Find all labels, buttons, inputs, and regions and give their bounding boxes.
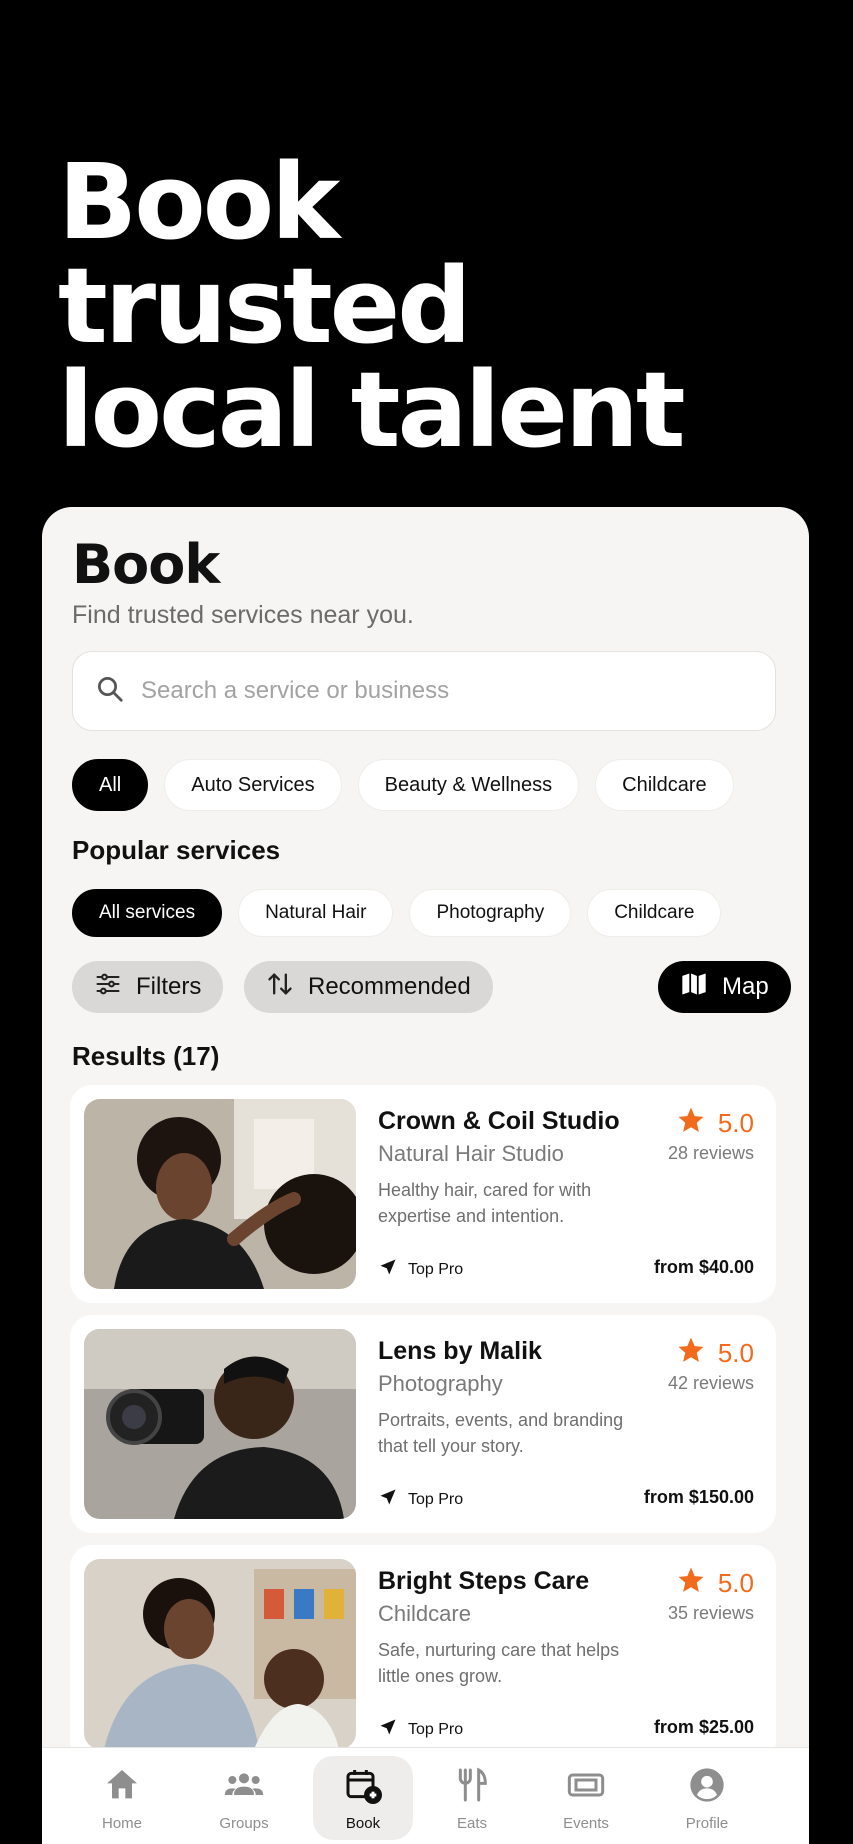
tab-label: Groups xyxy=(219,1814,269,1832)
popular-services-label: Popular services xyxy=(72,835,281,865)
tab-eats[interactable]: Eats xyxy=(422,1756,522,1840)
location-arrow-icon xyxy=(378,1487,398,1512)
star-icon xyxy=(676,1105,706,1142)
category-chips: All Auto Services Beauty & Wellness Chil… xyxy=(72,759,734,811)
filters-label: Filters xyxy=(136,973,202,1000)
badge-label: Top Pro xyxy=(408,1260,464,1278)
business-name: Bright Steps Care xyxy=(378,1567,590,1595)
rating-value: 5.0 xyxy=(717,1108,754,1138)
tab-label: Book xyxy=(345,1814,381,1832)
chip-photography[interactable]: Photography xyxy=(409,889,572,937)
price: from $150.00 xyxy=(643,1487,754,1507)
top-pro-badge: Top Pro xyxy=(378,1487,463,1512)
business-category: Natural Hair Studio xyxy=(378,1141,564,1166)
business-description: Portraits, events, and branding that tel… xyxy=(378,1410,624,1456)
page-title: Book xyxy=(72,533,220,596)
page-subtitle: Find trusted services near you. xyxy=(72,601,414,629)
results-toolbar: Filters Recommended Map xyxy=(72,961,791,1013)
rating-value: 5.0 xyxy=(717,1338,754,1368)
price: from $40.00 xyxy=(653,1257,754,1277)
star-icon xyxy=(676,1565,706,1602)
hero-line: local talent xyxy=(58,349,686,471)
rating: 5.0 xyxy=(676,1335,754,1372)
location-arrow-icon xyxy=(378,1257,398,1282)
fork-knife-icon xyxy=(452,1765,492,1809)
tab-label: Events xyxy=(563,1814,609,1832)
location-arrow-icon xyxy=(378,1717,398,1742)
review-count: 28 reviews xyxy=(667,1143,754,1163)
business-category: Photography xyxy=(378,1371,503,1396)
result-card[interactable]: Lens by Malik Photography Portraits, eve… xyxy=(70,1315,776,1533)
rating: 5.0 xyxy=(676,1565,754,1602)
book-sheet: Book Find trusted services near you. All… xyxy=(42,507,809,1844)
filters-button[interactable]: Filters xyxy=(72,961,224,1013)
chip-auto-services[interactable]: Auto Services xyxy=(164,759,342,811)
tab-book[interactable]: Book xyxy=(313,1756,413,1840)
business-name: Crown & Coil Studio xyxy=(378,1107,620,1135)
results-count: Results (17) xyxy=(72,1041,220,1071)
review-count: 35 reviews xyxy=(667,1603,754,1623)
sliders-icon xyxy=(94,970,122,1005)
chip-childcare[interactable]: Childcare xyxy=(595,759,734,811)
tab-events[interactable]: Events xyxy=(536,1756,636,1840)
sort-button[interactable]: Recommended xyxy=(244,961,493,1013)
star-icon xyxy=(676,1335,706,1372)
home-icon xyxy=(102,1765,142,1809)
business-description: Healthy hair, cared for with expertise a… xyxy=(378,1180,592,1226)
childcare-photo xyxy=(84,1559,356,1749)
photographer-photo xyxy=(84,1329,356,1519)
price: from $25.00 xyxy=(653,1717,754,1737)
business-description: Safe, nurturing care that helps little o… xyxy=(378,1640,620,1686)
result-card[interactable]: Crown & Coil Studio Natural Hair Studio … xyxy=(70,1085,776,1303)
groups-icon xyxy=(224,1765,264,1809)
top-pro-badge: Top Pro xyxy=(378,1717,463,1742)
search-input[interactable] xyxy=(141,677,741,705)
chip-childcare-popular[interactable]: Childcare xyxy=(587,889,722,937)
chip-beauty-wellness[interactable]: Beauty & Wellness xyxy=(357,759,580,811)
hero-line: Book xyxy=(58,141,340,263)
top-pro-badge: Top Pro xyxy=(378,1257,463,1282)
sort-label: Recommended xyxy=(308,973,471,1000)
map-label: Map xyxy=(722,973,769,1000)
bottom-tab-bar: Home Groups Book Eats Events Profile xyxy=(42,1747,809,1844)
hero-headline: Book trusted local talent xyxy=(58,150,818,462)
tab-groups[interactable]: Groups xyxy=(194,1756,294,1840)
badge-label: Top Pro xyxy=(408,1720,464,1738)
badge-label: Top Pro xyxy=(408,1490,464,1508)
chip-natural-hair[interactable]: Natural Hair xyxy=(238,889,394,937)
profile-icon xyxy=(687,1765,727,1809)
popular-service-chips: All services Natural Hair Photography Ch… xyxy=(72,889,722,937)
hero-line: trusted xyxy=(58,245,472,367)
tab-home[interactable]: Home xyxy=(72,1756,172,1840)
rating: 5.0 xyxy=(676,1105,754,1142)
ticket-icon xyxy=(566,1765,606,1809)
sort-arrows-icon xyxy=(266,970,294,1005)
business-category: Childcare xyxy=(378,1601,471,1626)
map-icon xyxy=(680,970,708,1005)
review-count: 42 reviews xyxy=(667,1373,754,1393)
tab-label: Home xyxy=(101,1814,142,1832)
tab-profile[interactable]: Profile xyxy=(657,1756,757,1840)
search-bar[interactable] xyxy=(72,651,776,731)
result-card[interactable]: Bright Steps Care Childcare Safe, nurtur… xyxy=(70,1545,776,1763)
tab-label: Profile xyxy=(685,1814,729,1832)
chip-all-services[interactable]: All services xyxy=(72,889,223,937)
search-icon xyxy=(95,674,125,709)
rating-value: 5.0 xyxy=(717,1568,754,1598)
map-button[interactable]: Map xyxy=(658,961,791,1013)
chip-all[interactable]: All xyxy=(72,759,149,811)
stylist-photo xyxy=(84,1099,356,1289)
tab-label: Eats xyxy=(456,1814,487,1832)
calendar-add-icon xyxy=(343,1765,383,1809)
business-name: Lens by Malik xyxy=(378,1337,542,1365)
